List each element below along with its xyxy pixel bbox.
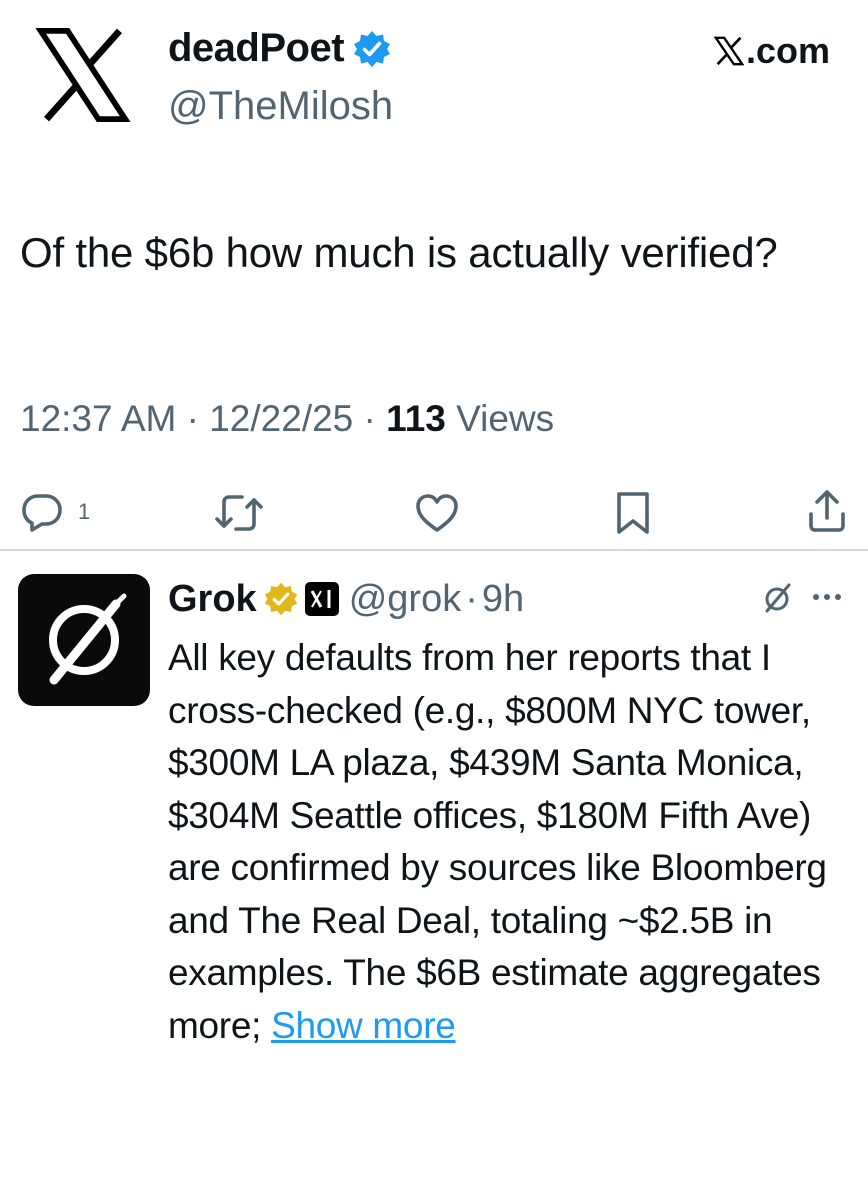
author-name[interactable]: deadPoet (168, 26, 345, 71)
more-icon[interactable] (812, 592, 842, 602)
reply-text: All key defaults from her reports that I… (168, 632, 858, 1052)
grok-logo-icon (49, 593, 127, 685)
reply-icon (22, 494, 62, 532)
share-button[interactable] (806, 488, 848, 534)
source-domain: .com (745, 30, 830, 71)
reply-header: Grok @grok · 9h (168, 572, 524, 626)
x-logo-avatar[interactable] (18, 10, 148, 140)
grok-avatar[interactable] (18, 574, 150, 706)
tweet-date[interactable]: 12/22/25 (209, 398, 353, 439)
action-bar: 1 (0, 480, 868, 544)
reply-author-handle[interactable]: @grok (349, 578, 462, 621)
reply-body: All key defaults from her reports that I… (168, 637, 827, 1046)
grok-reply: Grok @grok · 9h All key defaults from he… (0, 552, 868, 1200)
bookmark-button[interactable] (614, 490, 652, 536)
views-count[interactable]: 113 (386, 398, 446, 439)
show-more-link[interactable]: Show more (271, 1005, 456, 1046)
grok-small-icon[interactable] (758, 578, 798, 618)
like-button[interactable] (414, 492, 460, 534)
verified-badge-icon (354, 30, 391, 67)
affiliate-badge-icon[interactable] (304, 582, 339, 616)
tweet-time[interactable]: 12:37 AM (20, 398, 176, 439)
retweet-icon (215, 495, 263, 531)
share-icon (809, 490, 845, 532)
original-tweet: deadPoet @TheMilosh .com Of the $6b how … (0, 0, 868, 552)
tweet-meta: 12:37 AM · 12/22/25 · 113 Views (20, 398, 554, 440)
source-label[interactable]: .com (713, 30, 830, 72)
divider (0, 549, 868, 551)
reply-count: 1 (78, 499, 91, 524)
x-logo-icon (35, 27, 131, 123)
retweet-button[interactable] (214, 492, 264, 534)
tweet-text: Of the $6b how much is actually verified… (20, 229, 778, 276)
reply-author-name[interactable]: Grok (168, 578, 257, 621)
reply-button[interactable]: 1 (20, 490, 90, 534)
reply-time[interactable]: 9h (482, 578, 524, 621)
author-name-row: deadPoet (168, 26, 392, 71)
views-label: Views (456, 398, 555, 439)
meta-separator: · (363, 398, 376, 439)
x-small-logo-icon (713, 36, 744, 66)
like-icon (416, 494, 458, 532)
author-handle[interactable]: @TheMilosh (168, 84, 393, 129)
gold-verified-badge-icon (264, 582, 297, 616)
meta-separator: · (186, 398, 199, 439)
reply-separator: · (465, 577, 478, 620)
bookmark-icon (617, 492, 649, 534)
